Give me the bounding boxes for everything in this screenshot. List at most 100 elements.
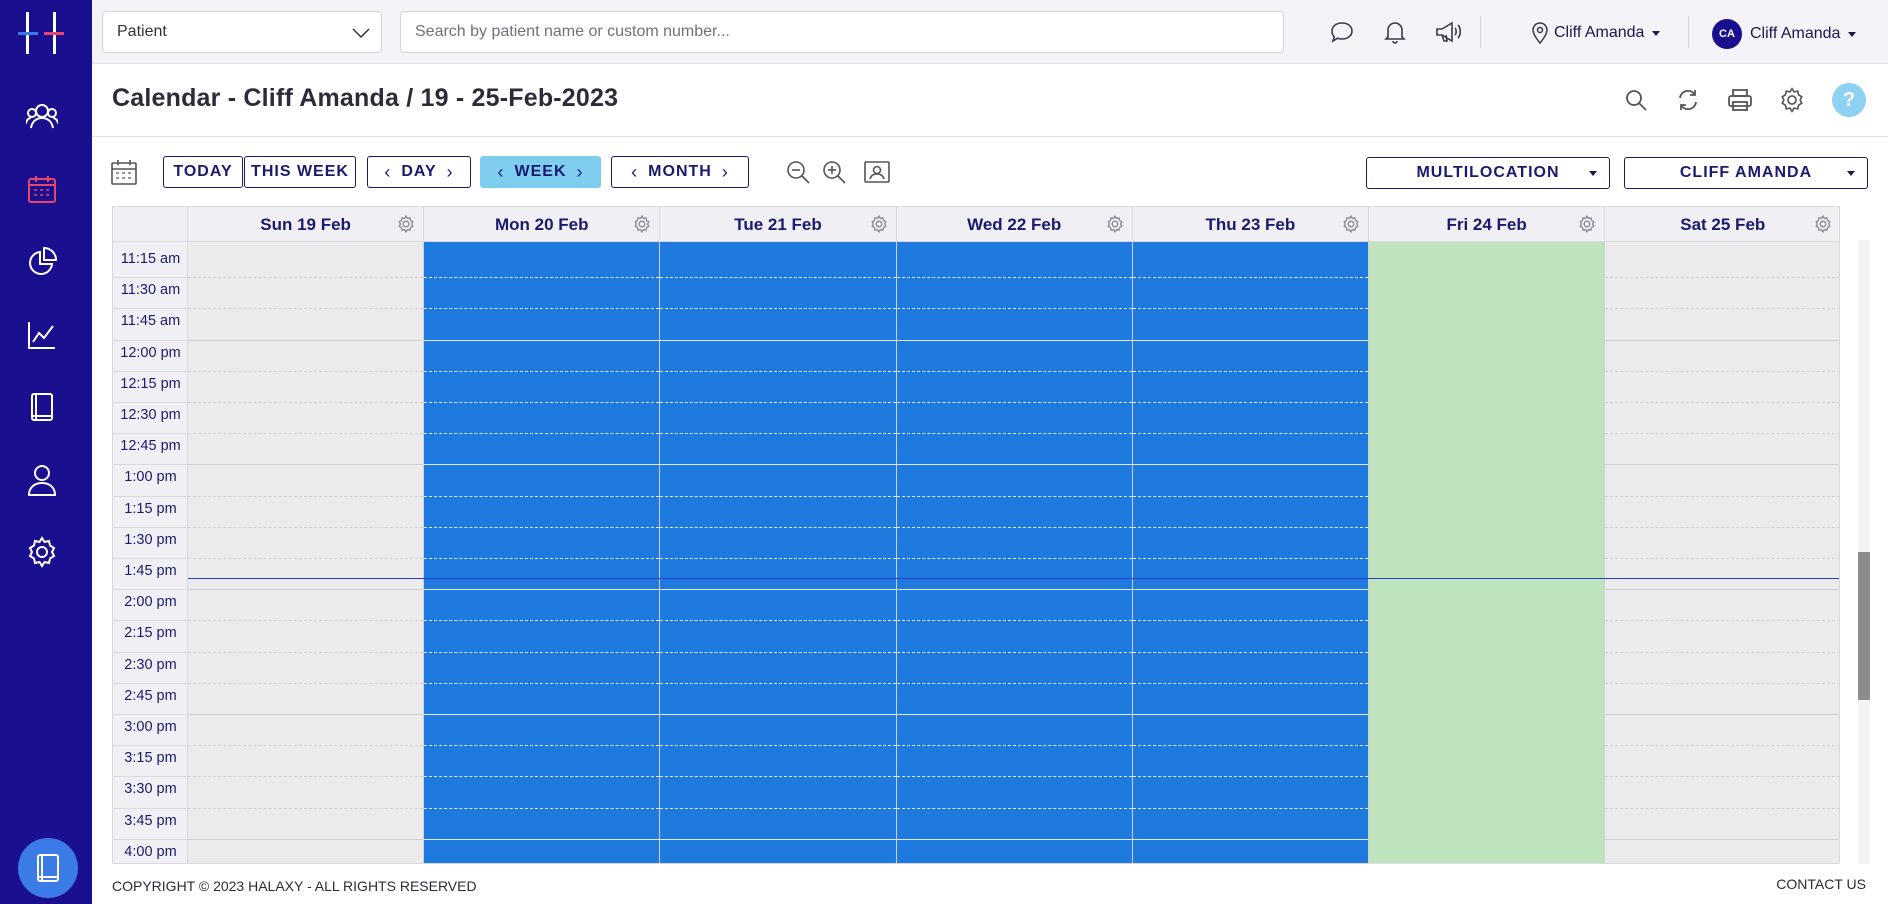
slot-divider xyxy=(188,495,424,497)
help-question-icon[interactable]: ? xyxy=(1832,83,1866,117)
chevron-left-icon[interactable]: ‹ xyxy=(488,162,515,183)
slot-divider xyxy=(188,402,424,403)
practitioner-dropdown[interactable]: CLIFF AMANDA xyxy=(1624,157,1868,189)
caret-down-icon xyxy=(1848,31,1857,37)
day-settings-gear-icon[interactable] xyxy=(1578,214,1596,234)
day-settings-gear-icon[interactable] xyxy=(1814,214,1832,234)
slot-divider xyxy=(1132,714,1368,715)
time-slot-label: 3:00 pm xyxy=(124,719,177,735)
day-header-label: Wed 22 Feb xyxy=(967,214,1062,234)
time-divider xyxy=(113,620,188,622)
slot-divider xyxy=(1605,745,1839,747)
time-divider xyxy=(113,651,188,653)
patient-select-value: Patient xyxy=(117,23,167,40)
date-picker-calendar-icon[interactable] xyxy=(110,158,138,186)
week-view-button[interactable]: ‹ WEEK › xyxy=(480,156,601,188)
day-settings-gear-icon[interactable] xyxy=(1342,214,1360,234)
slot-divider xyxy=(896,526,1132,528)
patient-search-input[interactable] xyxy=(400,11,1284,53)
zoom-out-icon[interactable] xyxy=(784,158,812,186)
day-label: DAY xyxy=(401,163,437,180)
chevron-right-icon[interactable]: › xyxy=(567,162,594,183)
day-header-label: Mon 20 Feb xyxy=(495,214,589,234)
location-pin-icon xyxy=(1532,22,1548,44)
calendar-header: Sun 19 Feb Mon 20 Feb Tue 21 Feb Wed 22 Feb… xyxy=(113,207,1839,242)
chevron-right-icon[interactable]: › xyxy=(437,162,464,183)
day-settings-gear-icon[interactable] xyxy=(1106,214,1124,234)
day-header[interactable]: Thu 23 Feb xyxy=(1133,207,1369,242)
halaxy-logo-icon[interactable] xyxy=(18,12,64,54)
zoom-in-icon[interactable] xyxy=(820,158,848,186)
day-header-label: Sun 19 Feb xyxy=(260,214,351,234)
user-menu-dropdown[interactable]: CA Cliff Amanda xyxy=(1712,19,1857,49)
slot-divider xyxy=(896,589,1132,591)
fit-screen-icon[interactable] xyxy=(863,158,891,186)
day-header[interactable]: Tue 21 Feb xyxy=(660,207,897,242)
contact-us-link[interactable]: CONTACT US xyxy=(1776,876,1866,892)
day-column-booked[interactable] xyxy=(424,242,661,863)
day-column-available[interactable] xyxy=(1369,242,1606,863)
caret-down-icon xyxy=(1652,30,1661,36)
chevron-left-icon[interactable]: ‹ xyxy=(374,162,401,183)
user-icon[interactable] xyxy=(22,460,62,500)
day-column-booked[interactable] xyxy=(896,242,1133,863)
slot-divider xyxy=(424,277,660,279)
day-header[interactable]: Mon 20 Feb xyxy=(424,207,661,242)
notifications-bell-icon[interactable] xyxy=(1381,18,1409,46)
divider xyxy=(92,136,1888,137)
day-settings-gear-icon[interactable] xyxy=(397,214,415,234)
print-icon[interactable] xyxy=(1724,84,1756,116)
calendar-scrollbar-thumb[interactable] xyxy=(1858,552,1870,700)
slot-divider xyxy=(660,745,896,747)
location-dropdown[interactable]: Cliff Amanda xyxy=(1532,20,1661,46)
slot-divider xyxy=(896,339,1132,341)
day-column-booked[interactable] xyxy=(660,242,897,863)
slot-divider xyxy=(896,776,1132,778)
day-header[interactable]: Fri 24 Feb xyxy=(1369,207,1606,242)
calendar-icon[interactable] xyxy=(22,169,62,209)
month-view-button[interactable]: ‹ MONTH › xyxy=(611,156,749,188)
day-settings-gear-icon[interactable] xyxy=(870,214,888,234)
patient-type-select[interactable]: Patient xyxy=(102,11,382,53)
calendar-settings-gear-icon[interactable] xyxy=(1776,84,1808,116)
day-header[interactable]: Sun 19 Feb xyxy=(188,207,425,242)
chevron-left-icon[interactable]: ‹ xyxy=(621,162,648,183)
contacts-icon[interactable] xyxy=(22,96,62,136)
day-column-booked[interactable] xyxy=(1132,242,1369,863)
slot-divider xyxy=(1369,682,1605,684)
reports-pie-icon[interactable] xyxy=(22,242,62,282)
slot-divider xyxy=(1369,558,1605,559)
announcements-megaphone-icon[interactable] xyxy=(1434,18,1462,46)
slot-divider xyxy=(188,308,424,310)
time-slot-label: 12:15 pm xyxy=(120,375,181,392)
this-week-button[interactable]: THIS WEEK xyxy=(244,156,356,188)
day-header[interactable]: Wed 22 Feb xyxy=(897,207,1133,242)
analytics-icon[interactable] xyxy=(22,315,62,355)
slot-divider xyxy=(1132,558,1368,559)
help-book-button[interactable] xyxy=(18,838,78,898)
book-icon[interactable] xyxy=(22,387,62,427)
slot-divider xyxy=(188,526,424,528)
day-settings-gear-icon[interactable] xyxy=(633,214,651,234)
day-column-closed[interactable] xyxy=(1605,242,1839,863)
multilocation-dropdown[interactable]: MULTILOCATION xyxy=(1366,157,1610,189)
slot-divider xyxy=(188,651,424,653)
slot-divider xyxy=(188,745,424,747)
day-column-closed[interactable] xyxy=(188,242,425,863)
slot-divider xyxy=(424,589,660,591)
slot-divider xyxy=(424,402,660,403)
time-divider xyxy=(113,682,188,684)
slot-divider xyxy=(1369,807,1605,809)
day-view-button[interactable]: ‹ DAY › xyxy=(367,156,471,188)
day-header[interactable]: Sat 25 Feb xyxy=(1605,207,1839,242)
chat-icon[interactable] xyxy=(1328,18,1356,46)
user-name: Cliff Amanda xyxy=(1750,25,1841,42)
slot-divider xyxy=(1605,526,1839,528)
settings-icon[interactable] xyxy=(22,532,62,572)
day-header-label: Thu 23 Feb xyxy=(1205,214,1296,234)
refresh-icon[interactable] xyxy=(1672,84,1704,116)
time-divider xyxy=(113,526,188,528)
chevron-right-icon[interactable]: › xyxy=(712,162,739,183)
today-button[interactable]: TODAY xyxy=(163,156,243,188)
search-icon[interactable] xyxy=(1620,84,1652,116)
